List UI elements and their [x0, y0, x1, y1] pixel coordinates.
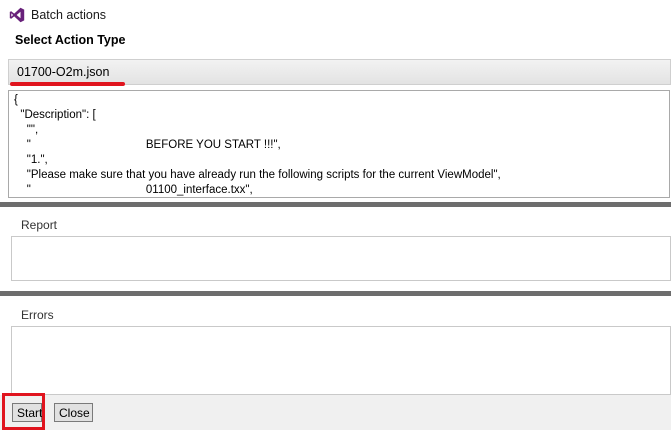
- json-line: "Please make sure that you have already …: [14, 169, 501, 181]
- report-label: Report: [21, 218, 58, 232]
- splitter-top[interactable]: [0, 202, 671, 207]
- red-underline-annotation: [10, 82, 125, 86]
- splitter-bottom[interactable]: [0, 291, 671, 296]
- json-line: " 01100_interface.txx",: [14, 184, 253, 196]
- json-line: "1.",: [14, 154, 48, 166]
- title-bar: Batch actions: [0, 0, 671, 30]
- json-line: " BEFORE YOU START !!!",: [14, 139, 281, 151]
- json-line: {: [14, 94, 18, 106]
- close-button[interactable]: Close: [54, 403, 93, 422]
- visual-studio-icon: [9, 7, 25, 23]
- action-type-heading: Select Action Type: [15, 33, 126, 47]
- action-type-selected-value: 01700-O2m.json: [17, 65, 110, 79]
- button-bar: [0, 395, 671, 430]
- json-preview-textbox[interactable]: { "Description": [ "", " BEFORE YOU STAR…: [8, 90, 670, 198]
- json-line: "Description": [: [14, 109, 96, 121]
- json-line: "",: [14, 124, 39, 136]
- red-highlight-annotation: [2, 393, 45, 430]
- window-title: Batch actions: [31, 8, 107, 22]
- errors-textbox[interactable]: [11, 326, 671, 395]
- report-textbox[interactable]: [11, 236, 671, 281]
- errors-label: Errors: [21, 308, 54, 322]
